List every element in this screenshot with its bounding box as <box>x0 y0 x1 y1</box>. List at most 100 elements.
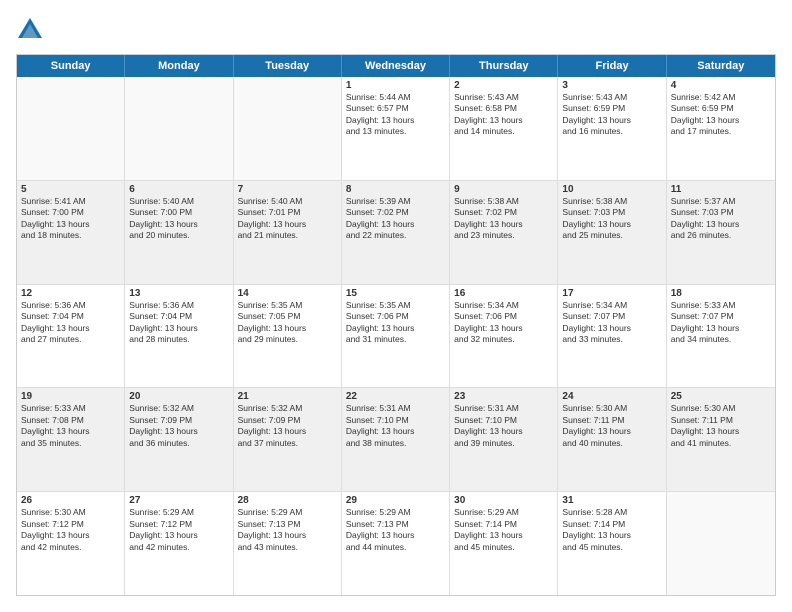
day-number: 31 <box>562 495 661 506</box>
weekday-header-wednesday: Wednesday <box>342 55 450 77</box>
cell-info: Sunrise: 5:33 AMSunset: 7:08 PMDaylight:… <box>21 403 120 449</box>
day-number: 22 <box>346 391 445 402</box>
day-number: 8 <box>346 184 445 195</box>
day-number: 19 <box>21 391 120 402</box>
day-number: 12 <box>21 288 120 299</box>
day-number: 3 <box>562 80 661 91</box>
cell-info: Sunrise: 5:29 AMSunset: 7:14 PMDaylight:… <box>454 507 553 553</box>
day-number: 23 <box>454 391 553 402</box>
cell-info: Sunrise: 5:32 AMSunset: 7:09 PMDaylight:… <box>129 403 228 449</box>
day-number: 10 <box>562 184 661 195</box>
cell-info: Sunrise: 5:38 AMSunset: 7:03 PMDaylight:… <box>562 196 661 242</box>
weekday-header-monday: Monday <box>125 55 233 77</box>
cell-info: Sunrise: 5:29 AMSunset: 7:13 PMDaylight:… <box>346 507 445 553</box>
calendar-row-2: 12Sunrise: 5:36 AMSunset: 7:04 PMDayligh… <box>17 285 775 389</box>
calendar-cell-day-9: 9Sunrise: 5:38 AMSunset: 7:02 PMDaylight… <box>450 181 558 284</box>
page: SundayMondayTuesdayWednesdayThursdayFrid… <box>0 0 792 612</box>
weekday-header-sunday: Sunday <box>17 55 125 77</box>
day-number: 26 <box>21 495 120 506</box>
cell-info: Sunrise: 5:29 AMSunset: 7:12 PMDaylight:… <box>129 507 228 553</box>
calendar-cell-day-18: 18Sunrise: 5:33 AMSunset: 7:07 PMDayligh… <box>667 285 775 388</box>
calendar-cell-day-1: 1Sunrise: 5:44 AMSunset: 6:57 PMDaylight… <box>342 77 450 180</box>
cell-info: Sunrise: 5:43 AMSunset: 6:58 PMDaylight:… <box>454 92 553 138</box>
weekday-header-tuesday: Tuesday <box>234 55 342 77</box>
cell-info: Sunrise: 5:37 AMSunset: 7:03 PMDaylight:… <box>671 196 771 242</box>
cell-info: Sunrise: 5:30 AMSunset: 7:12 PMDaylight:… <box>21 507 120 553</box>
calendar-row-0: 1Sunrise: 5:44 AMSunset: 6:57 PMDaylight… <box>17 77 775 181</box>
calendar-cell-day-6: 6Sunrise: 5:40 AMSunset: 7:00 PMDaylight… <box>125 181 233 284</box>
day-number: 9 <box>454 184 553 195</box>
cell-info: Sunrise: 5:42 AMSunset: 6:59 PMDaylight:… <box>671 92 771 138</box>
day-number: 27 <box>129 495 228 506</box>
cell-info: Sunrise: 5:29 AMSunset: 7:13 PMDaylight:… <box>238 507 337 553</box>
cell-info: Sunrise: 5:40 AMSunset: 7:01 PMDaylight:… <box>238 196 337 242</box>
cell-info: Sunrise: 5:31 AMSunset: 7:10 PMDaylight:… <box>454 403 553 449</box>
calendar-cell-day-25: 25Sunrise: 5:30 AMSunset: 7:11 PMDayligh… <box>667 388 775 491</box>
calendar-cell-day-3: 3Sunrise: 5:43 AMSunset: 6:59 PMDaylight… <box>558 77 666 180</box>
calendar-cell-day-31: 31Sunrise: 5:28 AMSunset: 7:14 PMDayligh… <box>558 492 666 595</box>
cell-info: Sunrise: 5:39 AMSunset: 7:02 PMDaylight:… <box>346 196 445 242</box>
day-number: 11 <box>671 184 771 195</box>
calendar-cell-day-2: 2Sunrise: 5:43 AMSunset: 6:58 PMDaylight… <box>450 77 558 180</box>
calendar-cell-empty-0-0 <box>17 77 125 180</box>
cell-info: Sunrise: 5:38 AMSunset: 7:02 PMDaylight:… <box>454 196 553 242</box>
calendar-cell-day-23: 23Sunrise: 5:31 AMSunset: 7:10 PMDayligh… <box>450 388 558 491</box>
cell-info: Sunrise: 5:34 AMSunset: 7:07 PMDaylight:… <box>562 300 661 346</box>
calendar-row-1: 5Sunrise: 5:41 AMSunset: 7:00 PMDaylight… <box>17 181 775 285</box>
weekday-header-thursday: Thursday <box>450 55 558 77</box>
cell-info: Sunrise: 5:43 AMSunset: 6:59 PMDaylight:… <box>562 92 661 138</box>
day-number: 20 <box>129 391 228 402</box>
day-number: 7 <box>238 184 337 195</box>
calendar-cell-day-15: 15Sunrise: 5:35 AMSunset: 7:06 PMDayligh… <box>342 285 450 388</box>
cell-info: Sunrise: 5:28 AMSunset: 7:14 PMDaylight:… <box>562 507 661 553</box>
calendar-cell-day-16: 16Sunrise: 5:34 AMSunset: 7:06 PMDayligh… <box>450 285 558 388</box>
calendar-cell-day-28: 28Sunrise: 5:29 AMSunset: 7:13 PMDayligh… <box>234 492 342 595</box>
weekday-header-friday: Friday <box>558 55 666 77</box>
calendar-cell-day-5: 5Sunrise: 5:41 AMSunset: 7:00 PMDaylight… <box>17 181 125 284</box>
calendar-cell-day-8: 8Sunrise: 5:39 AMSunset: 7:02 PMDaylight… <box>342 181 450 284</box>
cell-info: Sunrise: 5:40 AMSunset: 7:00 PMDaylight:… <box>129 196 228 242</box>
day-number: 21 <box>238 391 337 402</box>
calendar-header: SundayMondayTuesdayWednesdayThursdayFrid… <box>17 55 775 77</box>
day-number: 15 <box>346 288 445 299</box>
calendar-cell-day-30: 30Sunrise: 5:29 AMSunset: 7:14 PMDayligh… <box>450 492 558 595</box>
calendar-cell-day-10: 10Sunrise: 5:38 AMSunset: 7:03 PMDayligh… <box>558 181 666 284</box>
day-number: 25 <box>671 391 771 402</box>
day-number: 16 <box>454 288 553 299</box>
calendar-cell-day-13: 13Sunrise: 5:36 AMSunset: 7:04 PMDayligh… <box>125 285 233 388</box>
calendar-cell-day-20: 20Sunrise: 5:32 AMSunset: 7:09 PMDayligh… <box>125 388 233 491</box>
cell-info: Sunrise: 5:33 AMSunset: 7:07 PMDaylight:… <box>671 300 771 346</box>
day-number: 29 <box>346 495 445 506</box>
cell-info: Sunrise: 5:30 AMSunset: 7:11 PMDaylight:… <box>671 403 771 449</box>
day-number: 6 <box>129 184 228 195</box>
calendar-cell-day-14: 14Sunrise: 5:35 AMSunset: 7:05 PMDayligh… <box>234 285 342 388</box>
day-number: 5 <box>21 184 120 195</box>
calendar-cell-empty-0-1 <box>125 77 233 180</box>
cell-info: Sunrise: 5:31 AMSunset: 7:10 PMDaylight:… <box>346 403 445 449</box>
cell-info: Sunrise: 5:34 AMSunset: 7:06 PMDaylight:… <box>454 300 553 346</box>
day-number: 13 <box>129 288 228 299</box>
calendar-cell-day-19: 19Sunrise: 5:33 AMSunset: 7:08 PMDayligh… <box>17 388 125 491</box>
cell-info: Sunrise: 5:32 AMSunset: 7:09 PMDaylight:… <box>238 403 337 449</box>
cell-info: Sunrise: 5:44 AMSunset: 6:57 PMDaylight:… <box>346 92 445 138</box>
day-number: 18 <box>671 288 771 299</box>
day-number: 28 <box>238 495 337 506</box>
calendar-body: 1Sunrise: 5:44 AMSunset: 6:57 PMDaylight… <box>17 77 775 595</box>
day-number: 24 <box>562 391 661 402</box>
cell-info: Sunrise: 5:41 AMSunset: 7:00 PMDaylight:… <box>21 196 120 242</box>
weekday-header-saturday: Saturday <box>667 55 775 77</box>
header <box>16 16 776 44</box>
day-number: 17 <box>562 288 661 299</box>
calendar: SundayMondayTuesdayWednesdayThursdayFrid… <box>16 54 776 596</box>
calendar-cell-day-26: 26Sunrise: 5:30 AMSunset: 7:12 PMDayligh… <box>17 492 125 595</box>
day-number: 30 <box>454 495 553 506</box>
calendar-cell-day-4: 4Sunrise: 5:42 AMSunset: 6:59 PMDaylight… <box>667 77 775 180</box>
calendar-cell-day-12: 12Sunrise: 5:36 AMSunset: 7:04 PMDayligh… <box>17 285 125 388</box>
cell-info: Sunrise: 5:35 AMSunset: 7:05 PMDaylight:… <box>238 300 337 346</box>
day-number: 2 <box>454 80 553 91</box>
calendar-cell-empty-4-6 <box>667 492 775 595</box>
calendar-cell-empty-0-2 <box>234 77 342 180</box>
calendar-row-4: 26Sunrise: 5:30 AMSunset: 7:12 PMDayligh… <box>17 492 775 595</box>
cell-info: Sunrise: 5:35 AMSunset: 7:06 PMDaylight:… <box>346 300 445 346</box>
calendar-cell-day-24: 24Sunrise: 5:30 AMSunset: 7:11 PMDayligh… <box>558 388 666 491</box>
